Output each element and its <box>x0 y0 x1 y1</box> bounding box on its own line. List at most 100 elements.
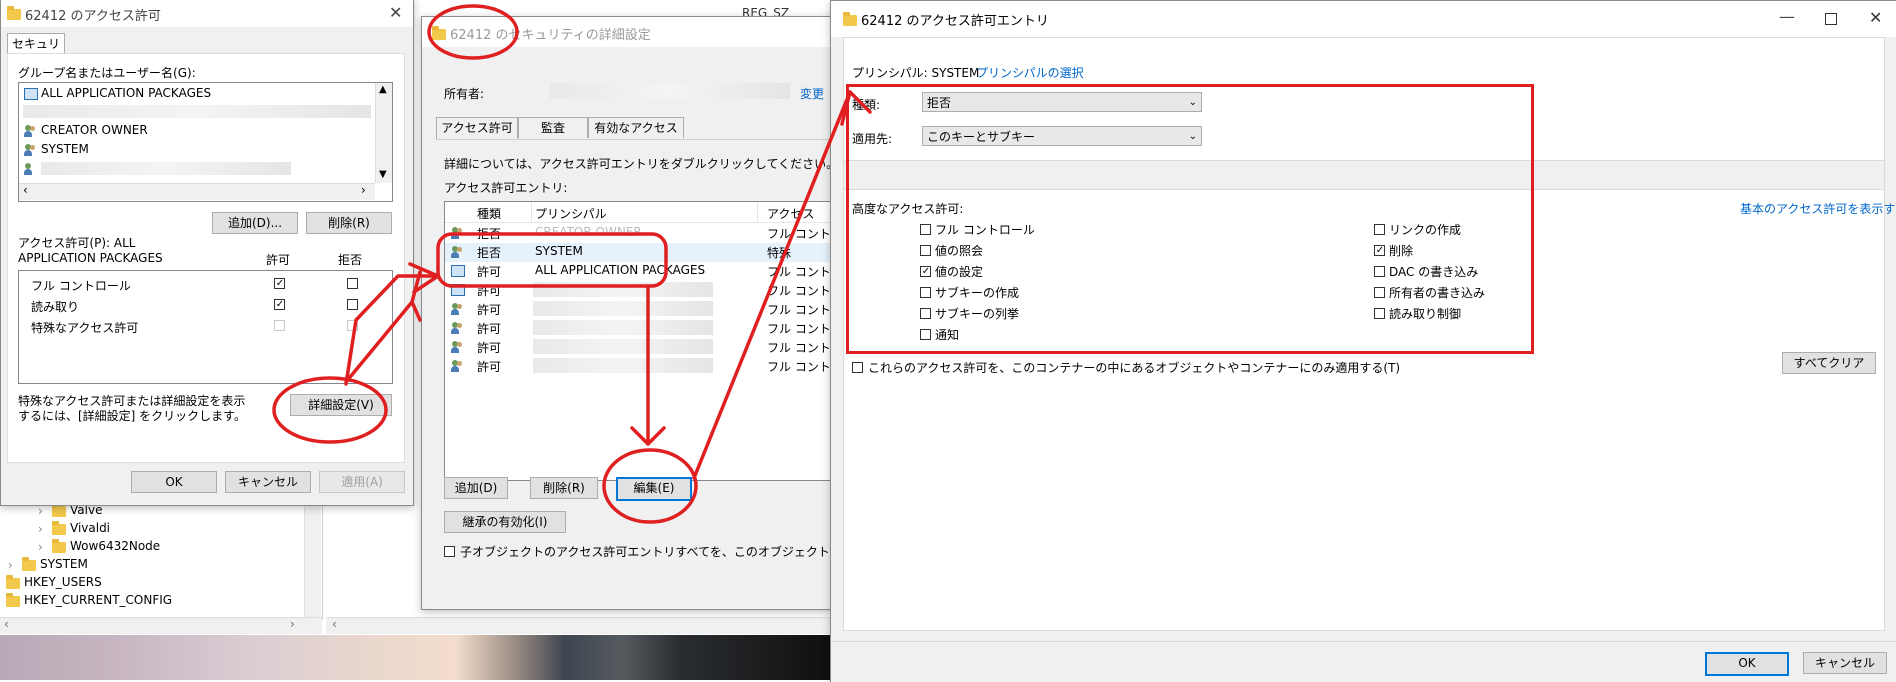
values-hscrollbar[interactable] <box>326 617 830 634</box>
column-header[interactable]: プリンシパル <box>535 205 607 222</box>
type-dropdown[interactable]: 拒否 ⌄ <box>922 92 1202 112</box>
edit-button[interactable]: 編集(E) <box>616 477 692 501</box>
tree-item[interactable]: Wow6432Node <box>70 539 160 553</box>
applies-to-dropdown[interactable]: このキーとサブキー ⌄ <box>922 126 1202 146</box>
redacted-principal <box>533 320 713 335</box>
clear-all-button[interactable]: すべてクリア <box>1782 352 1876 374</box>
tree-vscrollbar[interactable] <box>304 500 321 618</box>
replace-child-checkbox[interactable] <box>444 546 455 557</box>
permission-checkbox[interactable] <box>920 266 931 277</box>
change-owner-link[interactable]: 変更 <box>800 85 824 102</box>
tree-expander[interactable]: › <box>8 558 13 572</box>
permission-checkbox[interactable] <box>920 224 931 235</box>
tree-pane: › Valve › Vivaldi › Wow6432Node › SYSTEM… <box>0 500 323 620</box>
ok-button[interactable]: OK <box>1705 652 1789 676</box>
deny-checkbox[interactable] <box>347 299 358 310</box>
entries-table: 種類 プリンシパル アクセス 拒否 CREATOR OWNER フル コントロール拒… <box>444 201 867 481</box>
user-item[interactable]: ALL APPLICATION PACKAGES <box>41 86 211 100</box>
tab-permissions[interactable]: アクセス許可 <box>436 117 518 140</box>
table-row[interactable]: 拒否 SYSTEM 特殊 <box>445 242 845 261</box>
container-only-checkbox[interactable] <box>852 362 863 373</box>
basic-perms-link[interactable]: 基本のアクセス許可を表示する <box>1740 200 1896 217</box>
redacted-principal <box>533 301 713 316</box>
add-button[interactable]: 追加(D) <box>444 477 508 499</box>
applies-label: 適用先: <box>852 132 893 146</box>
user-item[interactable]: CREATOR OWNER <box>41 123 148 137</box>
users-icon <box>451 360 463 372</box>
ok-button[interactable]: OK <box>131 471 217 493</box>
redacted-user <box>23 105 371 118</box>
table-row[interactable]: 許可 ALL APPLICATION PACKAGES フル コントロール <box>445 261 867 280</box>
table-row[interactable]: 許可 フル コントロール <box>445 337 867 356</box>
user-list-vscrollbar[interactable] <box>375 83 392 183</box>
remove-button[interactable]: 削除(R) <box>530 477 598 499</box>
perm-list: フル コントロール 読み取り 特殊なアクセス許可 <box>18 270 393 384</box>
container-only-label: これらのアクセス許可を、このコンテナーの中にあるオブジェクトやコンテナーにのみ適… <box>868 361 1401 375</box>
tree-item[interactable]: SYSTEM <box>40 557 88 571</box>
users-icon <box>24 125 36 137</box>
advanced-button[interactable]: 詳細設定(V) <box>290 394 392 416</box>
folder-icon <box>7 6 21 20</box>
permission-checkbox[interactable] <box>920 329 931 340</box>
table-row[interactable]: 許可 フル コントロール <box>445 356 867 375</box>
user-list[interactable]: ALL APPLICATION PACKAGES CREATOR OWNER S… <box>18 82 393 202</box>
folder-icon <box>52 503 66 517</box>
scroll-up-arrow-icon[interactable]: ▲ <box>379 84 387 95</box>
table-row[interactable]: 許可 フル コントロール <box>445 299 867 318</box>
cancel-button[interactable]: キャンセル <box>1803 652 1887 674</box>
scroll-left-arrow-icon[interactable]: ‹ <box>332 617 337 631</box>
tab-effective-access[interactable]: 有効なアクセス <box>588 117 684 138</box>
enable-inheritance-button[interactable]: 継承の有効化(I) <box>444 511 566 533</box>
owner-label: 所有者: <box>444 87 485 101</box>
tree-expander[interactable]: › <box>38 504 43 518</box>
permission-checkbox[interactable] <box>1374 224 1385 235</box>
window-title: 62412 のアクセス許可 <box>25 9 161 24</box>
allow-checkbox[interactable] <box>274 278 285 289</box>
close-icon[interactable]: ✕ <box>1869 8 1882 27</box>
scroll-right-arrow-icon[interactable]: › <box>290 617 295 631</box>
tab-audit[interactable]: 監査 <box>518 117 588 138</box>
column-header[interactable]: アクセス <box>767 205 814 222</box>
allow-checkbox[interactable] <box>274 299 285 310</box>
remove-button[interactable]: 削除(R) <box>306 212 392 234</box>
desktop-strip <box>0 635 830 680</box>
select-principal-link[interactable]: プリンシパルの選択 <box>976 64 1084 81</box>
permission-label: 通知 <box>935 328 960 342</box>
permission-label: 読み取り制御 <box>1389 307 1462 321</box>
deny-checkbox[interactable] <box>347 278 358 289</box>
column-header[interactable]: 種類 <box>477 205 501 222</box>
tree-expander[interactable]: › <box>38 522 43 536</box>
tree-item[interactable]: HKEY_CURRENT_CONFIG <box>24 593 172 607</box>
user-item[interactable]: SYSTEM <box>41 142 89 156</box>
redacted-owner <box>550 83 790 99</box>
cancel-button[interactable]: キャンセル <box>225 471 311 493</box>
add-button[interactable]: 追加(D)... <box>212 212 298 234</box>
table-row[interactable]: 許可 フル コントロール <box>445 318 867 337</box>
table-row[interactable]: 許可 フル コントロール <box>445 280 867 299</box>
close-icon[interactable]: ✕ <box>389 3 402 22</box>
permission-label: フル コントロール <box>935 223 1035 237</box>
minimize-icon[interactable]: — <box>1779 7 1795 26</box>
permission-checkbox[interactable] <box>1374 266 1385 277</box>
permission-checkbox[interactable] <box>1374 308 1385 319</box>
scroll-down-arrow-icon[interactable]: ▼ <box>379 169 387 180</box>
tree-item[interactable]: Vivaldi <box>70 521 110 535</box>
tree-expander[interactable]: › <box>38 540 43 554</box>
user-list-hscrollbar[interactable] <box>19 183 375 200</box>
maximize-icon[interactable] <box>1825 13 1837 25</box>
permission-checkbox[interactable] <box>1374 245 1385 256</box>
column-divider <box>757 202 758 222</box>
table-row[interactable]: 拒否 CREATOR OWNER フル コントロール <box>445 223 867 242</box>
scroll-right-arrow-icon[interactable]: › <box>361 183 366 197</box>
permission-entry-dialog: 62412 のアクセス許可エントリ — ✕ プリンシパル: SYSTEM プリン… <box>830 0 1896 682</box>
permission-checkbox[interactable] <box>920 245 931 256</box>
permission-checkbox[interactable] <box>920 287 931 298</box>
row-principal: SYSTEM <box>535 244 583 258</box>
permission-checkbox[interactable] <box>920 308 931 319</box>
tree-item[interactable]: HKEY_USERS <box>24 575 102 589</box>
user-icon <box>24 163 36 175</box>
permission-checkbox[interactable] <box>1374 287 1385 298</box>
scroll-left-arrow-icon[interactable]: ‹ <box>23 183 28 197</box>
scroll-left-arrow-icon[interactable]: ‹ <box>4 617 9 631</box>
tree-hscrollbar[interactable] <box>0 617 322 634</box>
